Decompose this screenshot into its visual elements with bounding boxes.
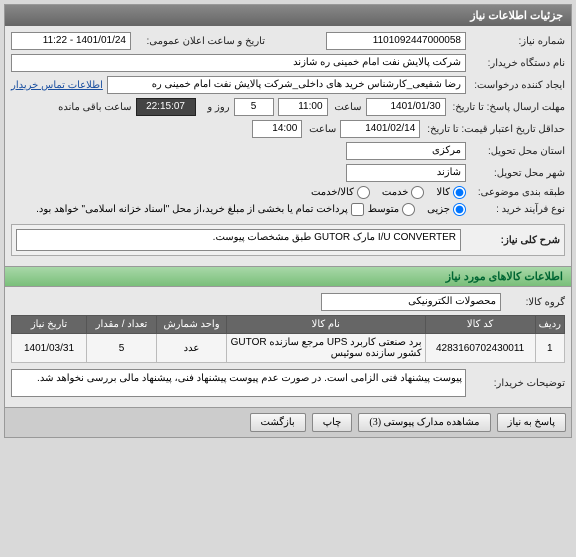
- print-button[interactable]: چاپ: [312, 413, 353, 432]
- buy-type-mid-option[interactable]: متوسط: [368, 203, 415, 216]
- table-row[interactable]: 1 4283160702430011 برد صنعتی کاربرد UPS …: [12, 334, 565, 363]
- panel-title: جزئیات اطلاعات نیاز: [5, 5, 571, 26]
- buy-type-radio-group: جزیی متوسط: [368, 203, 466, 216]
- buy-type-partial-radio[interactable]: [453, 203, 466, 216]
- reply-button[interactable]: پاسخ به نیاز: [497, 413, 567, 432]
- province-value: مرکزی: [346, 142, 466, 160]
- remain-time: 22:15:07: [136, 98, 196, 116]
- deadline-date: 1401/01/30: [366, 98, 446, 116]
- days-label: روز و: [200, 102, 230, 113]
- desc-value: پیوست پیشنهاد فنی الزامی است. در صورت عد…: [11, 369, 466, 397]
- summary-value: I/U CONVERTER مارک GUTOR طبق مشخصات پیوس…: [16, 229, 461, 251]
- summary-label: شرح کلی نیاز:: [465, 235, 560, 246]
- th-name: نام کالا: [227, 316, 426, 334]
- cell-name: برد صنعتی کاربرد UPS مرجع سازنده GUTOR ک…: [227, 334, 426, 363]
- deadline-time: 11:00: [278, 98, 328, 116]
- city-value: شازند: [346, 164, 466, 182]
- buyer-value: شرکت پالایش نفت امام خمینی ره شازند: [11, 54, 466, 72]
- buy-type-label: نوع فرآیند خرید :: [470, 204, 565, 215]
- button-bar: پاسخ به نیاز مشاهده مدارک پیوستی (3) چاپ…: [5, 407, 571, 437]
- class-radio-group: کالا خدمت کالا/خدمت: [311, 186, 466, 199]
- class-label: طبقه بندی موضوعی:: [470, 187, 565, 198]
- items-section-header: اطلاعات کالاهای مورد نیاز: [5, 266, 571, 287]
- city-label: شهر محل تحویل:: [470, 168, 565, 179]
- class-goods-radio[interactable]: [453, 186, 466, 199]
- panel-body: شماره نیاز: 1101092447000058 تاریخ و ساع…: [5, 26, 571, 266]
- validity-label: حداقل تاریخ اعتبار قیمت: تا تاریخ:: [424, 124, 565, 135]
- deadline-label: مهلت ارسال پاسخ: تا تاریخ:: [450, 102, 565, 113]
- cell-code: 4283160702430011: [425, 334, 535, 363]
- buy-type-mid-radio[interactable]: [402, 203, 415, 216]
- th-unit: واحد شمارش: [157, 316, 227, 334]
- class-goods-service-radio[interactable]: [357, 186, 370, 199]
- cell-unit: عدد: [157, 334, 227, 363]
- group-value: محصولات الکترونیکی: [321, 293, 501, 311]
- need-no-value: 1101092447000058: [326, 32, 466, 50]
- group-label: گروه کالا:: [505, 297, 565, 308]
- th-idx: ردیف: [535, 316, 564, 334]
- buy-note-checkbox[interactable]: [351, 203, 364, 216]
- table-header-row: ردیف کد کالا نام کالا واحد شمارش تعداد /…: [12, 316, 565, 334]
- desc-label: توضیحات خریدار:: [470, 378, 565, 389]
- items-table: ردیف کد کالا نام کالا واحد شمارش تعداد /…: [11, 315, 565, 363]
- buyer-label: نام دستگاه خریدار:: [470, 58, 565, 69]
- contact-link[interactable]: اطلاعات تماس خریدار: [11, 80, 103, 91]
- buy-type-partial-option[interactable]: جزیی: [427, 203, 466, 216]
- need-details-panel: جزئیات اطلاعات نیاز شماره نیاز: 11010924…: [4, 4, 572, 438]
- validity-time-label: ساعت: [306, 124, 336, 135]
- cell-qty: 5: [87, 334, 157, 363]
- creator-value: رضا شفیعی_کارشناس خرید های داخلی_شرکت پا…: [107, 76, 466, 94]
- days-value: 5: [234, 98, 274, 116]
- back-button[interactable]: بازگشت: [250, 413, 306, 432]
- class-service-option[interactable]: خدمت: [382, 186, 425, 199]
- remain-label: ساعت باقی مانده: [58, 102, 131, 113]
- validity-date: 1401/02/14: [340, 120, 420, 138]
- deadline-time-label: ساعت: [332, 102, 362, 113]
- th-code: کد کالا: [425, 316, 535, 334]
- items-body: گروه کالا: محصولات الکترونیکی ردیف کد کا…: [5, 287, 571, 407]
- creator-label: ایجاد کننده درخواست:: [470, 80, 565, 91]
- validity-time: 14:00: [252, 120, 302, 138]
- class-service-radio[interactable]: [411, 186, 424, 199]
- province-label: استان محل تحویل:: [470, 146, 565, 157]
- th-qty: تعداد / مقدار: [87, 316, 157, 334]
- class-goods-option[interactable]: کالا: [436, 186, 466, 199]
- buy-note-check[interactable]: پرداخت تمام یا بخشی از مبلغ خرید،از محل …: [36, 203, 364, 216]
- th-date: تاریخ نیاز: [12, 316, 87, 334]
- cell-date: 1401/03/31: [12, 334, 87, 363]
- class-goods-service-option[interactable]: کالا/خدمت: [311, 186, 370, 199]
- need-no-label: شماره نیاز:: [470, 36, 565, 47]
- attachments-button[interactable]: مشاهده مدارک پیوستی (3): [358, 413, 490, 432]
- announce-value: 1401/01/24 - 11:22: [11, 32, 131, 50]
- cell-idx: 1: [535, 334, 564, 363]
- announce-label: تاریخ و ساعت اعلان عمومی:: [135, 36, 265, 47]
